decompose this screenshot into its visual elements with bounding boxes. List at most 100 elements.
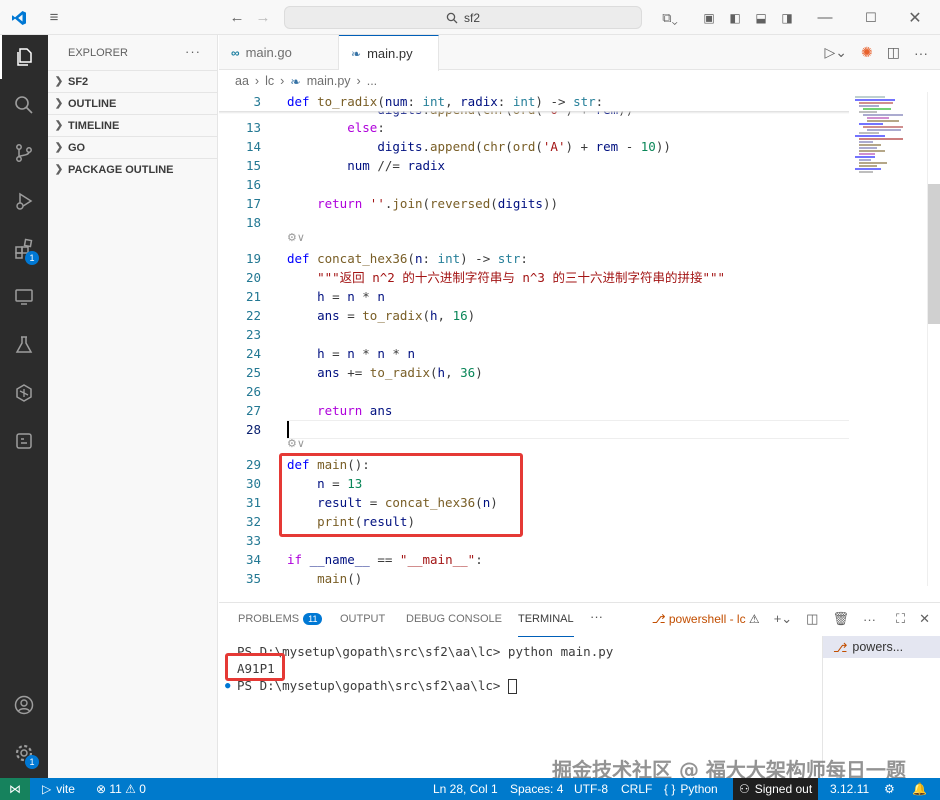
line-number: 14	[245, 139, 261, 154]
main-function-highlight	[279, 453, 523, 537]
editor-scrollbar[interactable]	[927, 92, 940, 586]
terminal-more-icon[interactable]: ···	[863, 612, 876, 627]
account-icon[interactable]	[0, 683, 48, 727]
maximize-panel-icon[interactable]: ⛶	[896, 611, 905, 627]
tab-main-py[interactable]: ❧ main.py	[339, 35, 439, 71]
source-control-icon[interactable]	[0, 131, 48, 175]
remote-indicator-icon[interactable]: ⋈	[0, 778, 30, 800]
close-panel-icon[interactable]: ✕	[919, 611, 930, 627]
minimap-line	[859, 171, 873, 173]
search-text: sf2	[463, 10, 480, 25]
breadcrumb-item[interactable]: main.py	[307, 74, 351, 88]
status-extension-icon[interactable]: ⚙	[884, 778, 895, 800]
minimap-line	[867, 129, 901, 131]
code-lens-icon[interactable]: ⚙∨	[287, 231, 305, 247]
chevron-right-icon: ›	[356, 74, 361, 88]
vscode-logo-icon	[6, 0, 32, 35]
toggle-secondary-sidebar-icon[interactable]: ◨	[778, 0, 796, 35]
status-signed-out[interactable]: ⚇ Signed out	[733, 778, 819, 800]
terminal-line: PS D:\mysetup\gopath\src\sf2\aa\lc> pyth…	[237, 644, 614, 659]
line-number: 32	[245, 514, 261, 529]
chevron-right-icon: ❯	[54, 164, 64, 175]
layout-customize-icon[interactable]: ▣	[700, 0, 718, 35]
docker-icon[interactable]	[0, 419, 48, 463]
line-number: 34	[245, 552, 261, 567]
status-python-version[interactable]: 3.12.11	[830, 778, 869, 800]
run-debug-icon[interactable]	[0, 179, 48, 223]
editor-tabs: ∞ main.go ❧ main.py ▷⌄ ✺ ◫ ···	[219, 35, 940, 71]
code-text: h = n * n	[317, 289, 385, 304]
extensions-icon[interactable]: 1	[0, 227, 48, 271]
search-activity-icon[interactable]	[0, 83, 48, 127]
editor-scrollbar-thumb[interactable]	[928, 184, 940, 324]
tab-output[interactable]: OUTPUT	[340, 613, 385, 637]
minimap-line	[859, 153, 875, 155]
status-spaces[interactable]: Spaces: 4	[510, 778, 563, 800]
sidebar-section-package-outline[interactable]: ❯ PACKAGE OUTLINE	[48, 158, 217, 180]
remote-explorer-icon[interactable]	[0, 275, 48, 319]
code-line: 15 num //= radix	[219, 156, 849, 175]
run-file-icon[interactable]: ▷⌄	[825, 44, 848, 61]
sidebar-more-icon[interactable]: ···	[185, 44, 201, 59]
tab-problems[interactable]: PROBLEMS 11	[238, 613, 323, 637]
chevron-right-icon: ❯	[54, 142, 64, 153]
code-text: """返回 n^2 的十六进制字符串与 n^3 的三十六进制字符串的拼接"""	[317, 270, 726, 285]
command-center-search[interactable]: sf2	[284, 6, 642, 29]
sidebar-section-go[interactable]: ❯ GO	[48, 136, 217, 158]
code-line: 16	[219, 175, 849, 194]
more-actions-icon[interactable]: ···	[914, 45, 928, 61]
sidebar-section-outline[interactable]: ❯ OUTLINE	[48, 92, 217, 114]
explorer-sidebar: EXPLORER ··· ❯ SF2 ❯ OUTLINE ❯ TIMELINE ❯ GO ❯ PA…	[48, 35, 218, 778]
panel-more-icon[interactable]: ···	[590, 609, 603, 633]
shell-name: powershell - lc	[668, 612, 746, 626]
code-line: 26	[219, 382, 849, 401]
line-number: 15	[245, 158, 261, 173]
back-icon[interactable]: ←	[226, 0, 248, 35]
new-terminal-icon[interactable]: +⌄	[774, 611, 792, 627]
breadcrumb-item[interactable]: lc	[265, 74, 274, 88]
terminal-shell-label[interactable]: ⎇ powershell - lc ⚠	[652, 612, 760, 626]
maximize-icon[interactable]: ☐	[858, 0, 884, 35]
sidebar-section-timeline[interactable]: ❯ TIMELINE	[48, 114, 217, 136]
status-branch[interactable]: ▷ vite	[42, 778, 75, 800]
activity-bar: 1 1	[0, 35, 48, 778]
code-lens-icon[interactable]: ⚙∨	[287, 437, 305, 453]
status-eol[interactable]: CRLF	[621, 778, 652, 800]
copilot-activity-icon[interactable]	[0, 371, 48, 415]
settings-gear-icon[interactable]: 1	[0, 731, 48, 775]
line-number: 21	[245, 289, 261, 304]
line-number: 35	[245, 571, 261, 586]
testing-icon[interactable]	[0, 323, 48, 367]
toggle-panel-icon[interactable]: ⬓	[752, 0, 770, 35]
menu-icon[interactable]: ≡	[42, 0, 66, 35]
status-language[interactable]: { } Python	[664, 778, 718, 800]
forward-icon[interactable]: →	[252, 0, 274, 35]
tab-debug-console[interactable]: DEBUG CONSOLE	[406, 613, 502, 637]
tab-label: main.go	[245, 45, 292, 60]
minimap-line	[859, 141, 873, 143]
status-position[interactable]: Ln 28, Col 1	[433, 778, 498, 800]
notifications-bell-icon[interactable]: 🔔	[912, 778, 927, 800]
tab-terminal[interactable]: TERMINAL	[518, 613, 574, 637]
code-line: 34 if __name__ == "__main__":	[219, 550, 849, 569]
terminal-list-item[interactable]: ⎇ powers...	[823, 636, 940, 658]
minimap[interactable]	[849, 92, 927, 586]
extensions-badge: 1	[25, 251, 39, 265]
minimap-line	[859, 159, 871, 161]
breadcrumb-item[interactable]: aa	[235, 74, 249, 88]
explorer-icon[interactable]	[0, 35, 48, 79]
breadcrumb-item[interactable]: ...	[367, 74, 377, 88]
close-window-icon[interactable]: ✕	[902, 0, 928, 35]
claude-icon[interactable]: ✺	[861, 44, 873, 61]
split-editor-icon[interactable]: ◫	[887, 44, 900, 61]
status-problems[interactable]: ⊗ 11 ⚠ 0	[96, 778, 146, 800]
toggle-sidebar-icon[interactable]: ◧	[726, 0, 744, 35]
minimize-icon[interactable]: —	[812, 0, 838, 35]
copilot-icon[interactable]: ⧉⌄	[654, 0, 686, 35]
tab-main-go[interactable]: ∞ main.go	[219, 35, 339, 70]
code-text: def to_radix(num: int, radix: int) -> st…	[287, 94, 604, 109]
split-terminal-icon[interactable]: ◫	[806, 611, 818, 627]
status-encoding[interactable]: UTF-8	[574, 778, 608, 800]
sidebar-section-sf2[interactable]: ❯ SF2	[48, 70, 217, 92]
kill-terminal-icon[interactable]: 🗑	[832, 611, 849, 627]
